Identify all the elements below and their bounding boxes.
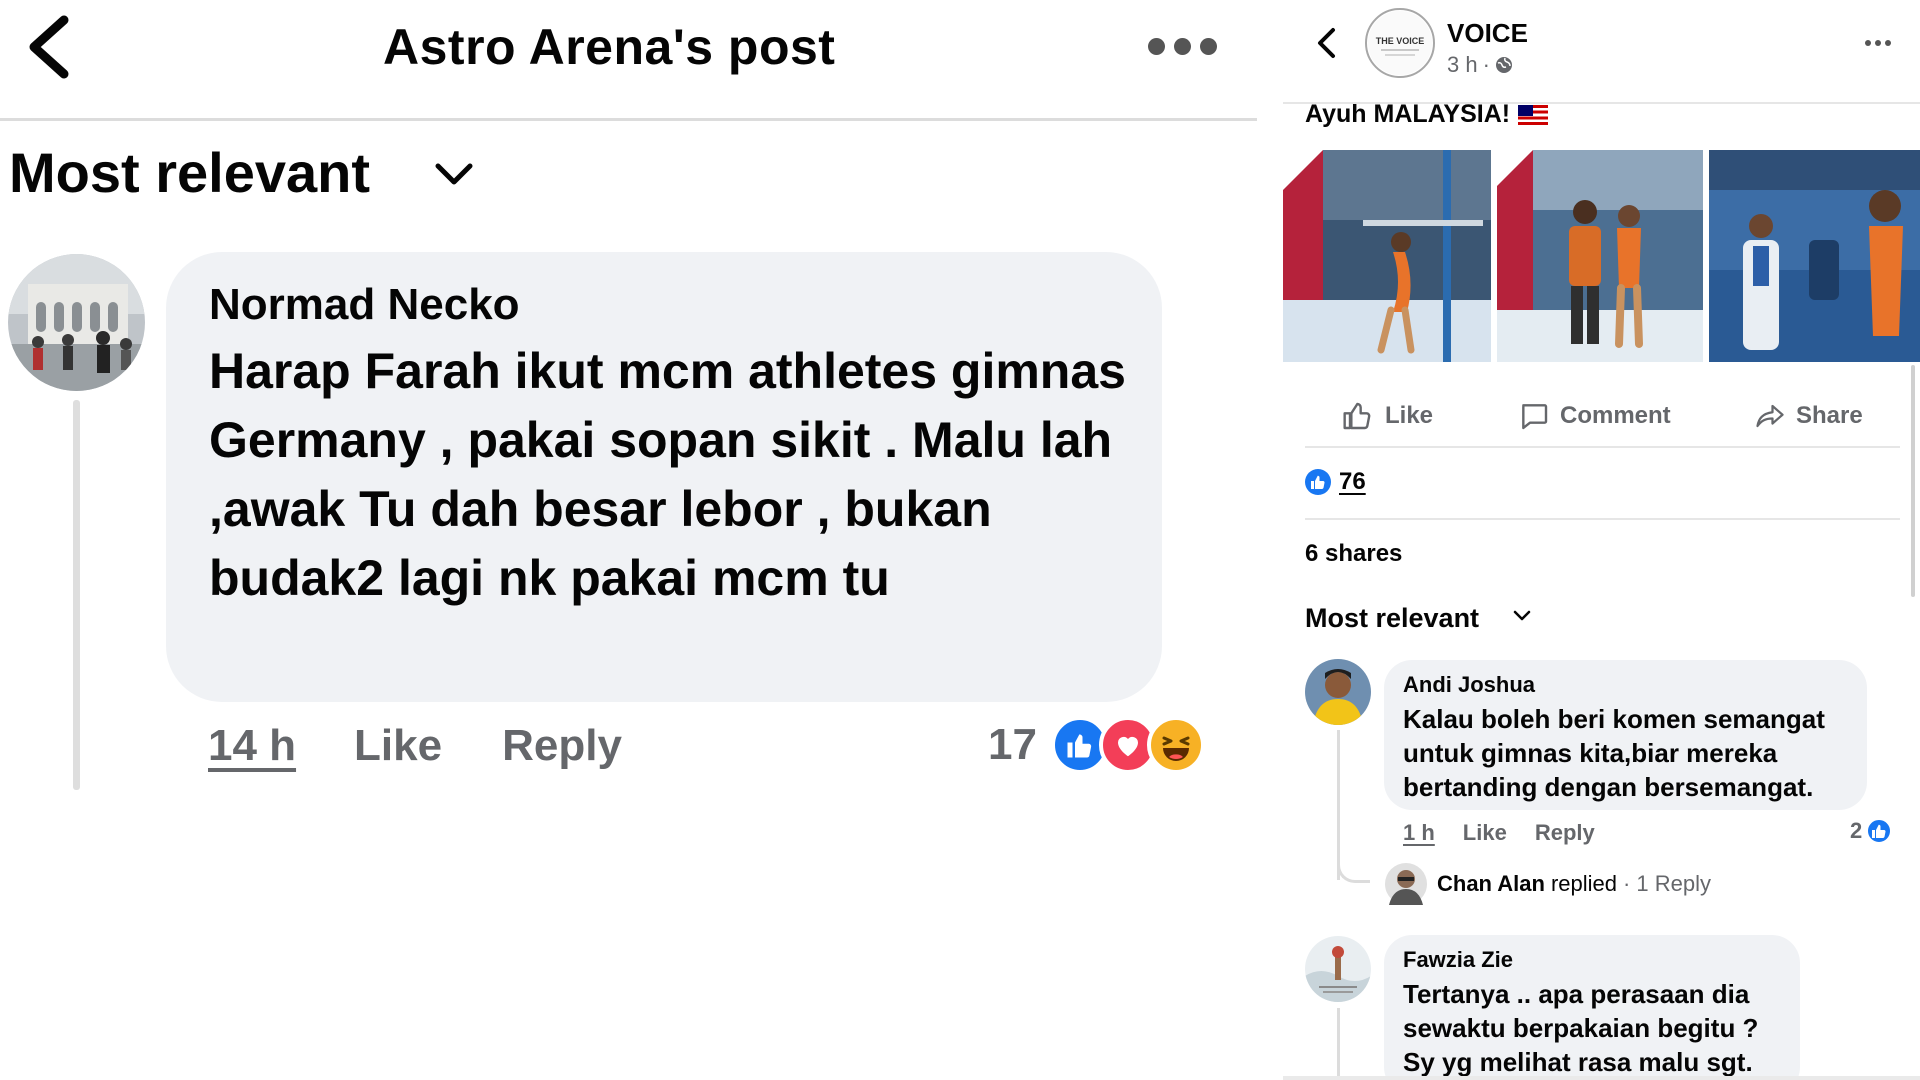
comment-sort-label[interactable]: Most relevant bbox=[9, 140, 370, 205]
back-arrow-icon[interactable] bbox=[1315, 26, 1337, 60]
reply-connector bbox=[1337, 830, 1370, 883]
avatar[interactable] bbox=[1305, 659, 1371, 725]
reply-verb: replied bbox=[1550, 871, 1618, 896]
back-arrow-icon bbox=[29, 15, 69, 79]
gymnast-official-photo-icon bbox=[1709, 150, 1920, 362]
post-photo-1[interactable] bbox=[1283, 150, 1491, 362]
like-label: Like bbox=[1385, 402, 1434, 429]
globe-icon bbox=[1495, 57, 1512, 73]
more-dot bbox=[1875, 40, 1881, 46]
like-reaction-icon bbox=[1866, 818, 1893, 844]
post-time[interactable]: 3 h bbox=[1447, 52, 1478, 78]
comment-label: Comment bbox=[1560, 402, 1671, 429]
comment-icon bbox=[1522, 404, 1548, 430]
avatar[interactable] bbox=[1305, 936, 1371, 1002]
share-icon bbox=[1756, 404, 1784, 428]
comment-line: sewaktu berpakaian begitu ? bbox=[1403, 1013, 1759, 1043]
post-caption: Ayuh MALAYSIA! bbox=[1305, 100, 1549, 129]
post-photo-grid bbox=[1283, 150, 1920, 362]
comment-author[interactable]: Andi Joshua bbox=[1403, 672, 1535, 698]
avatar-photo-icon bbox=[1385, 863, 1427, 905]
page-avatar[interactable]: THE VOICE bbox=[1365, 8, 1435, 78]
reaction-summary[interactable]: 17 bbox=[988, 712, 1205, 778]
gymnast-photo-icon bbox=[1283, 150, 1491, 362]
like-count[interactable]: 76 bbox=[1339, 468, 1366, 496]
post-photo-3[interactable] bbox=[1709, 150, 1920, 362]
comment-like-button[interactable]: Like bbox=[354, 721, 442, 771]
comment-actions: 1 h Like Reply bbox=[1403, 820, 1595, 846]
comment-timestamp[interactable]: 14 h bbox=[208, 721, 296, 771]
post-photo-2[interactable] bbox=[1497, 150, 1703, 362]
meta-separator: · bbox=[1482, 52, 1490, 77]
malaysia-flag-icon bbox=[1518, 104, 1549, 125]
reaction-count: 17 bbox=[988, 720, 1037, 769]
comment-line: Tertanya .. apa perasaan dia bbox=[1403, 979, 1750, 1009]
back-button[interactable] bbox=[22, 12, 82, 82]
post-meta: 3 h · bbox=[1447, 52, 1513, 78]
right-panel: THE VOICE VOICE 3 h · Ayuh MALAYSIA! Lik… bbox=[1283, 0, 1920, 1080]
avatar-photo-icon bbox=[8, 254, 145, 391]
comment-bubble: Fawzia Zie Tertanya .. apa perasaan dia … bbox=[1384, 935, 1800, 1080]
like-summary[interactable]: 76 bbox=[1305, 468, 1366, 496]
more-dot bbox=[1174, 38, 1191, 55]
comment-author[interactable]: Fawzia Zie bbox=[1403, 947, 1513, 973]
divider bbox=[1305, 518, 1900, 520]
bottom-edge bbox=[1283, 1076, 1920, 1080]
more-options-button[interactable] bbox=[1865, 40, 1891, 46]
comment-like-button[interactable]: Like bbox=[1463, 820, 1507, 846]
avatar[interactable] bbox=[8, 254, 145, 391]
scrollbar[interactable] bbox=[1911, 365, 1915, 597]
comment-line: Sy yg melihat rasa malu sgt. bbox=[1403, 1047, 1753, 1077]
avatar-photo-icon bbox=[1305, 936, 1371, 1002]
logo-text: THE VOICE bbox=[1375, 36, 1425, 46]
post-header: Astro Arena's post bbox=[0, 0, 1257, 121]
reaction-count: 2 bbox=[1850, 818, 1863, 843]
comment-text: Kalau boleh beri komen semangat untuk gi… bbox=[1403, 702, 1825, 804]
comment-button[interactable]: Comment bbox=[1518, 390, 1671, 442]
more-dots-icon bbox=[1148, 38, 1165, 55]
comment-reaction-summary[interactable]: 2 bbox=[1850, 818, 1893, 844]
comment-timestamp[interactable]: 1 h bbox=[1403, 820, 1435, 846]
comment-bubble: Andi Joshua Kalau boleh beri komen seman… bbox=[1384, 660, 1867, 810]
chevron-down-icon[interactable] bbox=[1513, 610, 1531, 622]
share-count[interactable]: 6 shares bbox=[1305, 540, 1402, 568]
comment-line: Kalau boleh beri komen semangat bbox=[1403, 704, 1825, 734]
comment-line: untuk gimnas kita,biar mereka bbox=[1403, 738, 1778, 768]
comment-sort-label[interactable]: Most relevant bbox=[1305, 603, 1479, 634]
more-dot bbox=[1885, 40, 1891, 46]
coach-gymnast-photo-icon bbox=[1497, 150, 1703, 362]
thumbs-up-icon bbox=[1343, 402, 1371, 430]
share-label: Share bbox=[1796, 402, 1863, 429]
share-button[interactable]: Share bbox=[1754, 390, 1863, 442]
more-options-button[interactable] bbox=[1148, 38, 1238, 60]
page-name[interactable]: VOICE bbox=[1447, 18, 1528, 49]
page-title: Astro Arena's post bbox=[383, 19, 836, 75]
more-dot bbox=[1200, 38, 1217, 55]
divider bbox=[1305, 446, 1900, 448]
reply-author: Chan Alan bbox=[1437, 871, 1545, 896]
left-panel: Astro Arena's post Most relevant Normad … bbox=[0, 0, 1257, 1080]
more-dots-icon bbox=[1865, 40, 1871, 46]
thread-line bbox=[73, 400, 80, 790]
comment-reply-button[interactable]: Reply bbox=[1535, 820, 1595, 846]
post-action-bar: Like Comment Share bbox=[1283, 390, 1920, 442]
reply-separator: · bbox=[1623, 871, 1631, 896]
caption-text: Ayuh MALAYSIA! bbox=[1305, 100, 1511, 128]
chevron-down-icon[interactable] bbox=[432, 160, 476, 188]
like-reaction-icon bbox=[1305, 469, 1331, 495]
like-button[interactable]: Like bbox=[1341, 390, 1433, 442]
reply-count: 1 Reply bbox=[1636, 871, 1711, 896]
comment-line: bertanding dengan bersemangat. bbox=[1403, 772, 1814, 802]
comment-author[interactable]: Normad Necko bbox=[209, 280, 520, 330]
thread-line bbox=[1337, 1008, 1340, 1080]
comment-reply-button[interactable]: Reply bbox=[502, 721, 622, 771]
haha-reaction-icon bbox=[1146, 716, 1205, 774]
comment-text: Harap Farah ikut mcm athletes gimnas Ger… bbox=[209, 343, 1126, 606]
replies-link[interactable]: Chan Alan replied · 1 Reply bbox=[1385, 863, 1711, 905]
comment-actions: 14 h Like Reply bbox=[208, 716, 622, 776]
avatar-photo-icon bbox=[1305, 659, 1371, 725]
comment-text: Tertanya .. apa perasaan dia sewaktu ber… bbox=[1403, 977, 1758, 1079]
comment-bubble: Normad Necko Harap Farah ikut mcm athlet… bbox=[166, 252, 1162, 702]
